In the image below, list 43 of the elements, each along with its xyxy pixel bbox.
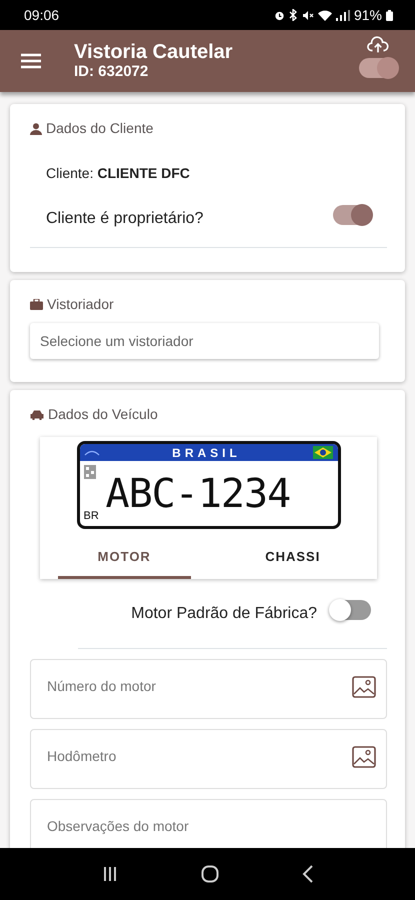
tab[interactable]: CHASSI (226, 537, 359, 579)
section-title: Dados do Cliente (46, 119, 154, 138)
select-input[interactable]: Selecione um vistoriador (40, 330, 369, 352)
image-icon[interactable] (352, 676, 376, 698)
sync-toggle[interactable] (359, 58, 397, 78)
status-time: 09:06 (24, 6, 60, 24)
battery-icon (386, 10, 393, 20)
wifi-icon (318, 10, 332, 20)
car-icon (30, 410, 44, 420)
image-icon[interactable] (352, 746, 376, 768)
bluetooth-icon (288, 9, 298, 21)
qr-code-icon (84, 465, 96, 479)
text-input[interactable]: Hodômetro (47, 746, 352, 767)
owner-toggle[interactable] (333, 204, 371, 224)
recent-apps-icon[interactable] (102, 866, 118, 882)
tab[interactable]: MOTOR (58, 537, 190, 579)
flag-icon (313, 446, 334, 459)
input-field[interactable]: Observações do motor (30, 799, 387, 848)
mute-icon (302, 10, 314, 20)
back-icon[interactable] (302, 865, 314, 883)
text-input[interactable]: Número do motor (47, 676, 352, 697)
owner-label: Cliente é proprietário? (46, 208, 204, 228)
section-title: Dados do Veículo (48, 405, 158, 424)
plate-country: BRASIL (172, 444, 241, 462)
alarm-icon (274, 10, 285, 20)
input-field[interactable]: Hodômetro (30, 729, 387, 789)
app-title: Vistoria Cautelar (74, 41, 234, 63)
plate-code: BR (84, 508, 99, 524)
plate-number: ABC-1234 (106, 470, 290, 518)
signal-icon (336, 10, 350, 20)
cloud-upload-icon[interactable] (367, 36, 389, 54)
section-title: Vistoriador (47, 295, 114, 314)
person-icon (30, 122, 42, 134)
factory-engine-label: Motor Padrão de Fábrica? (131, 604, 317, 624)
battery-level: 91% (354, 6, 382, 24)
inspector-select[interactable]: Selecione um vistoriador (30, 323, 379, 359)
client-name: Cliente: CLIENTE DFC (45, 164, 191, 183)
text-input[interactable]: Observações do motor (47, 816, 376, 837)
inspection-id: ID: 632072 (74, 63, 150, 81)
briefcase-icon (30, 299, 43, 310)
input-field[interactable]: Número do motor (30, 659, 387, 719)
emblem-icon (84, 449, 100, 456)
home-icon[interactable] (200, 865, 218, 883)
